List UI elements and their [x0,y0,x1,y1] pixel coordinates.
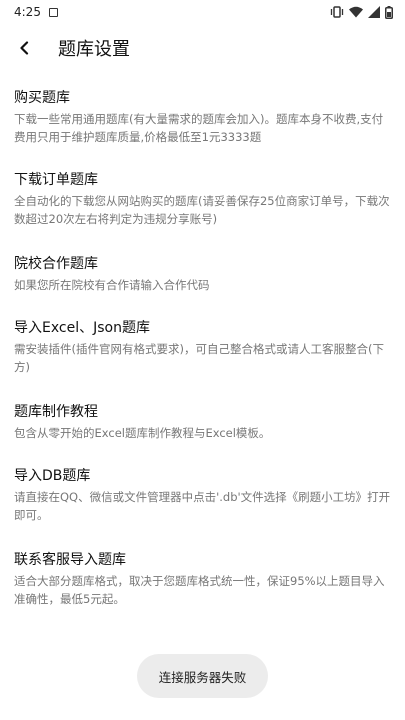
item-buy-bank[interactable]: 购买题库 下载一些常用通用题库(有大量需求的题库会加入)。题库本身不收费,支付费… [0,88,405,146]
wifi-icon [349,6,363,18]
item-desc: 需安装插件(插件官网有格式要求)，可自己整合格式或请人工客服整合(下方) [14,342,384,374]
item-title: 下载订单题库 [14,172,98,188]
item-desc: 包含从零开始的Excel题库制作教程与Excel模板。 [14,426,271,440]
item-desc: 适合大部分题库格式，取决于您题库格式统一性，保证95%以上题目导入准确性，最低5… [14,574,385,606]
item-bank-tutorial[interactable]: 题库制作教程 包含从零开始的Excel题库制作教程与Excel模板。 [0,402,405,442]
toolbar: 题库设置 [0,24,405,72]
page-title: 题库设置 [58,39,130,60]
back-button[interactable] [0,24,48,72]
item-download-order-bank[interactable]: 下载订单题库 全自动化的下载您从网站购买的题库(请妥善保存25位商家订单号，下载… [0,170,405,228]
chevron-left-icon [20,41,29,55]
battery-icon [385,5,393,19]
item-desc: 下载一些常用通用题库(有大量需求的题库会加入)。题库本身不收费,支付费用只用于维… [14,112,384,144]
item-title: 导入Excel、Json题库 [14,320,150,336]
vibrate-icon [330,6,344,18]
signal-icon [368,6,380,18]
item-import-db[interactable]: 导入DB题库 请直接在QQ、微信或文件管理器中点击'.db'文件选择《刷题小工坊… [0,466,405,524]
toast-message: 连接服务器失败 [137,654,268,698]
item-title: 题库制作教程 [14,404,98,420]
item-title: 购买题库 [14,90,70,106]
item-title: 导入DB题库 [14,468,91,484]
item-school-coop-bank[interactable]: 院校合作题库 如果您所在院校有合作请输入合作代码 [0,254,405,294]
status-bar: 4:25 [0,0,405,24]
item-import-excel-json[interactable]: 导入Excel、Json题库 需安装插件(插件官网有格式要求)，可自己整合格式或… [0,318,405,376]
status-time: 4:25 [14,5,41,19]
item-title: 联系客服导入题库 [14,552,126,568]
item-desc: 如果您所在院校有合作请输入合作代码 [14,278,210,292]
item-contact-support-import[interactable]: 联系客服导入题库 适合大部分题库格式，取决于您题库格式统一性，保证95%以上题目… [0,550,405,608]
item-title: 院校合作题库 [14,256,98,272]
notification-icon [48,7,58,17]
item-desc: 请直接在QQ、微信或文件管理器中点击'.db'文件选择《刷题小工坊》打开即可。 [14,490,391,522]
item-desc: 全自动化的下载您从网站购买的题库(请妥善保存25位商家订单号，下载次数超过20次… [14,194,390,226]
